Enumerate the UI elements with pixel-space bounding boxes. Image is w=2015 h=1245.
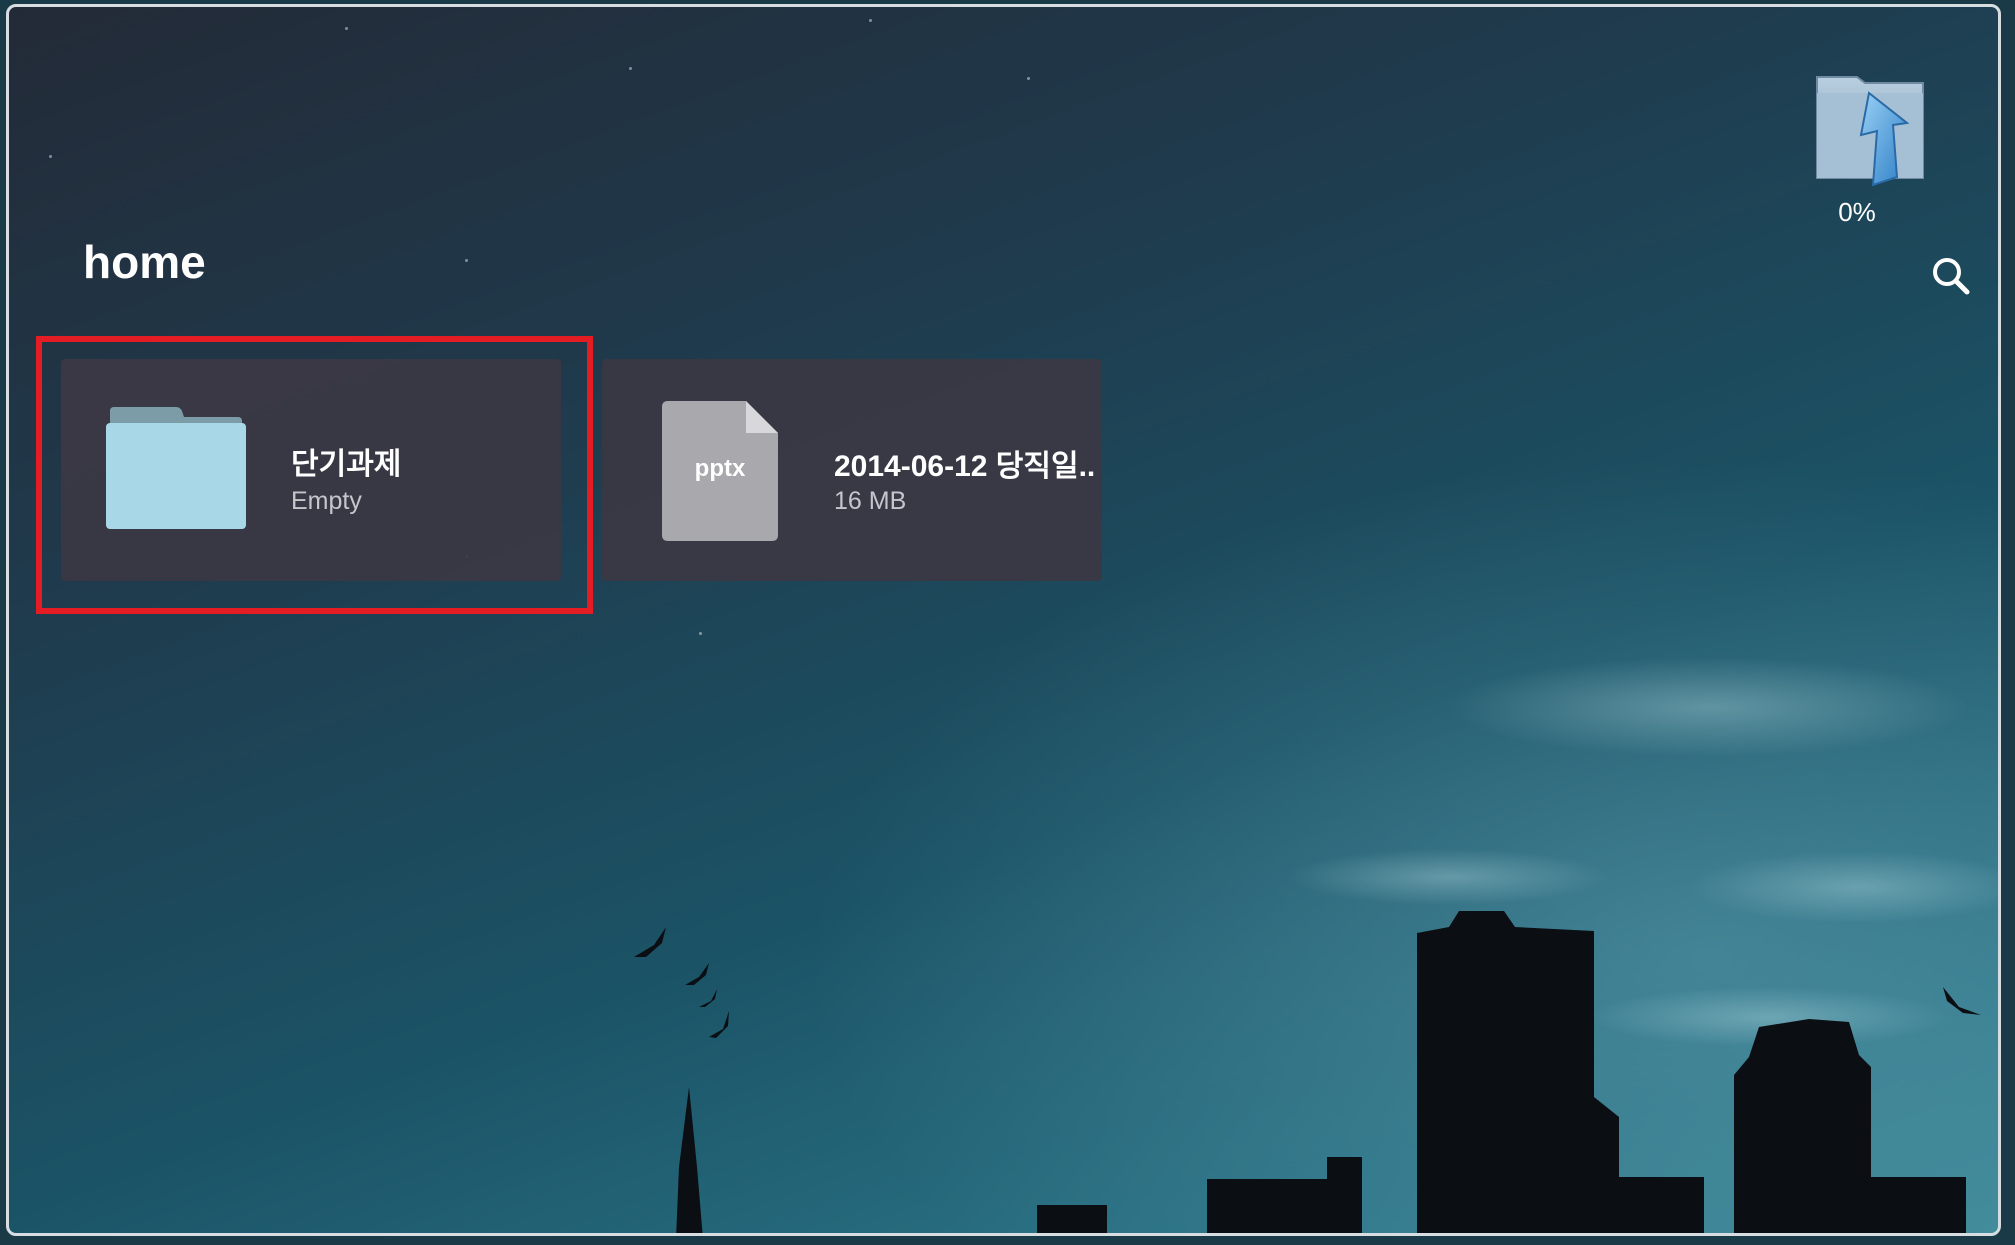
search-button[interactable] — [1927, 252, 1975, 300]
background-star — [1027, 77, 1030, 80]
background-star — [629, 67, 632, 70]
background-star — [699, 632, 702, 635]
item-detail: 16 MB — [834, 487, 907, 515]
background-star — [345, 27, 348, 30]
file-item[interactable]: pptx 2014-06-12 당직일.. 16 MB — [602, 359, 1102, 581]
page-title: home — [83, 236, 206, 288]
upload-progress-label: 0% — [1838, 197, 1876, 227]
selection-highlight — [36, 336, 593, 614]
background-star — [465, 259, 468, 262]
background-star — [869, 19, 872, 22]
search-icon — [1933, 258, 1970, 295]
item-name: 2014-06-12 당직일.. — [834, 450, 1096, 483]
background-star — [49, 155, 52, 158]
upload-folder-icon — [1816, 76, 1924, 187]
file-browser-window: home 0% 단기과제 Empty pptx 2014-06-12 당직일..… — [6, 4, 2001, 1236]
upload-button[interactable]: 0% — [1807, 65, 1937, 235]
background-glow — [9, 7, 1998, 1233]
file-extension-label: pptx — [694, 455, 746, 482]
